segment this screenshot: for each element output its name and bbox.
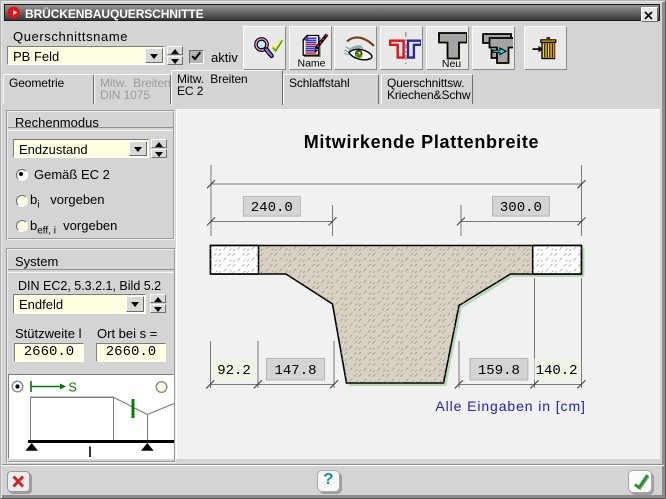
svg-text:Name: Name bbox=[297, 58, 325, 69]
svg-text:Mitwirkende Plattenbreite: Mitwirkende Plattenbreite bbox=[304, 132, 540, 152]
svg-text:Alle Eingaben in [cm]: Alle Eingaben in [cm] bbox=[435, 398, 585, 414]
svg-text:300.0: 300.0 bbox=[500, 200, 542, 216]
svg-text:92.2: 92.2 bbox=[217, 363, 251, 379]
svg-text:240.0: 240.0 bbox=[251, 200, 293, 216]
svg-text:147.8: 147.8 bbox=[274, 363, 316, 379]
svg-text:Neu: Neu bbox=[442, 58, 461, 68]
svg-text:S: S bbox=[69, 381, 77, 395]
svg-text:140.2: 140.2 bbox=[536, 363, 578, 379]
svg-text:159.8: 159.8 bbox=[478, 363, 520, 379]
